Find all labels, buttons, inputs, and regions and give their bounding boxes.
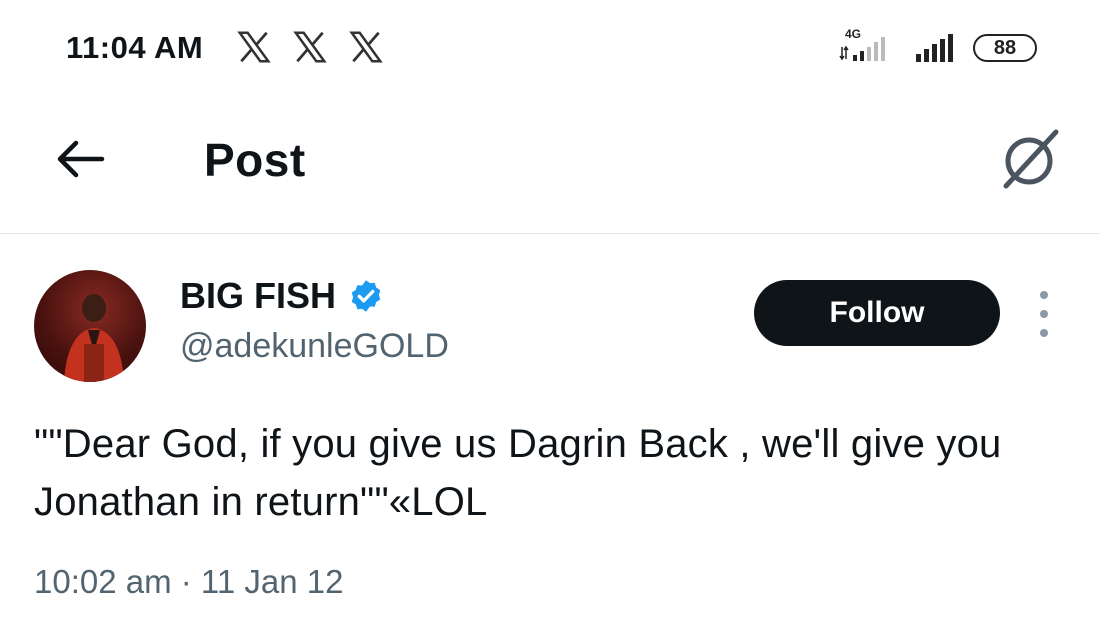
- page-title: Post: [204, 134, 306, 186]
- user-handle[interactable]: @adekunleGOLD: [180, 327, 449, 366]
- more-dot-icon: [1040, 291, 1048, 299]
- display-name[interactable]: BIG FISH: [180, 275, 384, 317]
- top-app-bar: Post: [0, 100, 1100, 234]
- x-logo-icon: [349, 31, 383, 63]
- back-button[interactable]: [50, 134, 110, 184]
- more-options-button[interactable]: [1030, 291, 1058, 337]
- grok-icon: [1003, 129, 1059, 189]
- status-time: 11:04 AM: [66, 30, 204, 65]
- back-arrow-icon: [57, 140, 105, 178]
- x-logo-icon: [237, 31, 271, 63]
- svg-text:4G: 4G: [845, 27, 861, 41]
- avatar[interactable]: [34, 270, 146, 382]
- more-dot-icon: [1040, 310, 1048, 318]
- battery-indicator: 88: [973, 34, 1037, 62]
- display-name-text: BIG FISH: [180, 275, 337, 316]
- x-logo-icon: [293, 31, 327, 63]
- status-bar: 11:04 AM 4G 88: [0, 0, 1100, 100]
- signal-strength-icon: [916, 34, 953, 62]
- grok-button[interactable]: [996, 124, 1066, 194]
- post-text: ""Dear God, if you give us Dagrin Back ,…: [34, 422, 1002, 524]
- mobile-data-signal-icon: 4G: [839, 27, 885, 61]
- avatar-photo: [64, 294, 124, 382]
- follow-button[interactable]: Follow: [754, 280, 1000, 346]
- more-dot-icon: [1040, 329, 1048, 337]
- notification-icons: [234, 28, 386, 66]
- verified-badge-icon: [351, 280, 381, 312]
- post-detail: BIG FISH @adekunleGOLD Follow ""Dear God…: [0, 235, 1100, 625]
- post-timestamp[interactable]: 10:02 am · 11 Jan 12: [34, 563, 343, 601]
